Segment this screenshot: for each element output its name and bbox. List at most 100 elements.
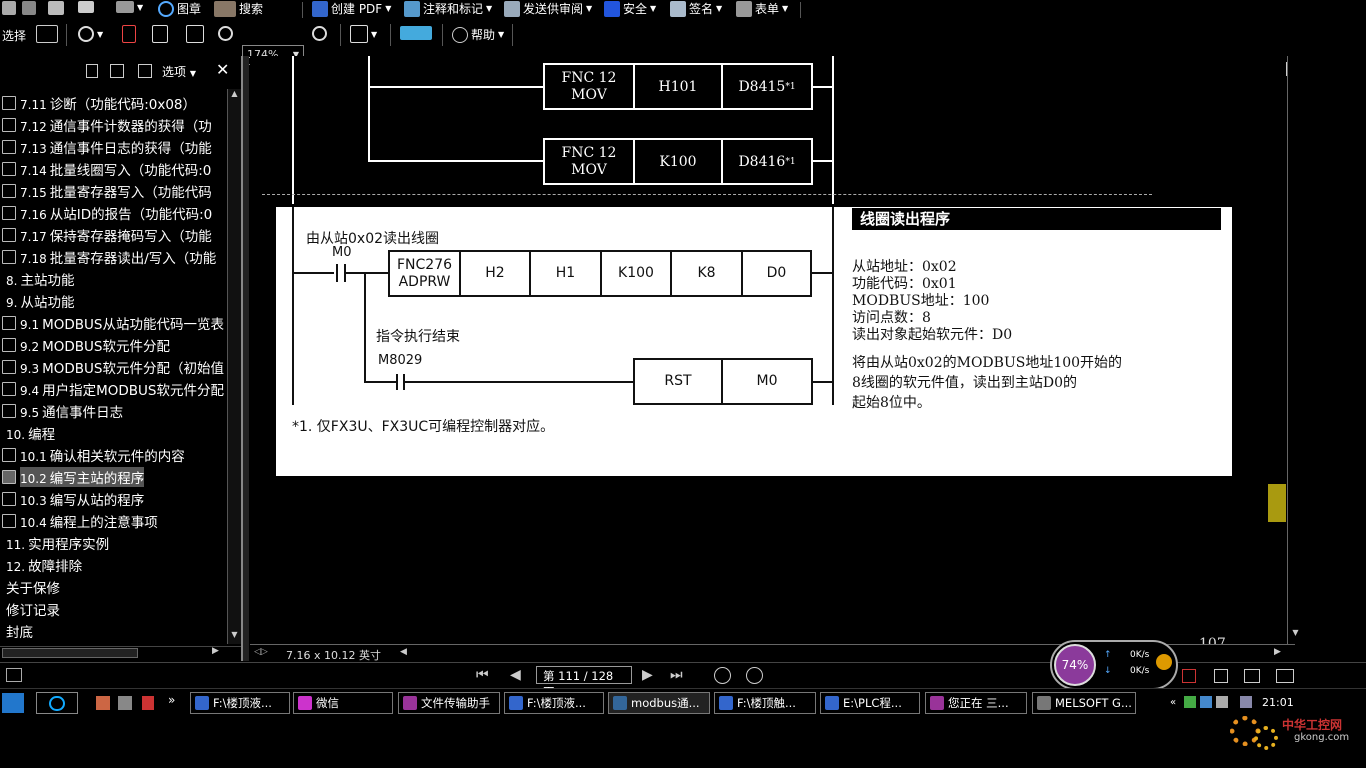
sign-button[interactable]: 签名 ▼ xyxy=(670,0,722,17)
back-view-icon[interactable] xyxy=(714,667,731,684)
facing-icon[interactable] xyxy=(1244,669,1260,683)
ie-quicklaunch[interactable] xyxy=(36,692,78,714)
bookmark-item[interactable]: 修订记录 xyxy=(0,598,228,620)
quicklaunch-icon[interactable] xyxy=(96,696,110,710)
bookmark-item[interactable]: 9.5 通信事件日志 xyxy=(0,400,228,422)
bookmark-item[interactable]: 7.11 诊断（功能代码:0x08） xyxy=(0,92,228,114)
tray-icon[interactable] xyxy=(1200,696,1212,708)
bookmark-item[interactable]: 7.17 保持寄存器掩码写入（功能 xyxy=(0,224,228,246)
bookmark-item[interactable]: 10.3 编写从站的程序 xyxy=(0,488,228,510)
fit-page-icon[interactable] xyxy=(152,25,168,43)
bookmark-item[interactable]: 关于保修 xyxy=(0,576,228,598)
bookmark-item[interactable]: 7.12 通信事件计数器的获得（功 xyxy=(0,114,228,136)
quicklaunch-icon[interactable] xyxy=(142,696,154,710)
bookmark-item[interactable]: 8. 主站功能 xyxy=(0,268,228,290)
page-tools-icon[interactable]: ▼ xyxy=(350,25,377,43)
previous-page-icon[interactable]: ◀ xyxy=(510,667,521,683)
bookmark-item[interactable]: 12. 故障排除 xyxy=(0,554,228,576)
new-bookmark-icon[interactable] xyxy=(110,64,124,78)
search-button[interactable]: 搜索 xyxy=(214,0,263,17)
expand-bookmark-icon[interactable] xyxy=(138,64,152,78)
create-pdf-button[interactable]: 创建 PDF ▼ xyxy=(312,0,391,17)
send-review-button[interactable]: 发送供审阅 ▼ xyxy=(504,0,592,17)
taskbar-button[interactable]: F:\楼顶液... xyxy=(504,692,604,714)
tray-icon[interactable] xyxy=(1184,696,1196,708)
bookmark-item[interactable]: 11. 实用程序实例 xyxy=(0,532,228,554)
single-page-icon[interactable] xyxy=(1182,669,1196,683)
scroll-left-icon[interactable]: ◀ xyxy=(400,647,407,657)
save-icon[interactable] xyxy=(22,1,36,15)
fit-width-icon[interactable] xyxy=(186,25,204,43)
page-handle-icon[interactable]: ◁▷ xyxy=(254,647,268,657)
panel-toggle-icon[interactable] xyxy=(6,668,22,682)
quicklaunch-icon[interactable] xyxy=(118,696,132,710)
bookmark-item[interactable]: 10. 编程 xyxy=(0,422,228,444)
options-menu[interactable]: 选项 ▼ xyxy=(162,63,196,80)
bookmark-item[interactable]: 9. 从站功能 xyxy=(0,290,228,312)
scroll-up-icon[interactable]: ▲ xyxy=(229,89,240,103)
scroll-down-icon[interactable]: ▼ xyxy=(229,630,240,644)
boost-icon[interactable] xyxy=(1156,654,1172,670)
tray-expand-icon[interactable]: « xyxy=(1170,697,1176,708)
bookmark-item[interactable]: 10.1 确认相关软元件的内容 xyxy=(0,444,228,466)
bookmark-item[interactable]: 9.1 MODBUS从站功能代码一览表 xyxy=(0,312,228,334)
taskbar-button[interactable]: MELSOFT G... xyxy=(1032,692,1136,714)
taskbar-button[interactable]: 您正在 三... xyxy=(925,692,1027,714)
bookmark-item[interactable]: 7.14 批量线圈写入（功能代码:0 xyxy=(0,158,228,180)
next-page-icon[interactable]: ▶ xyxy=(642,667,653,683)
bookmark-item[interactable]: 7.15 批量寄存器写入（功能代码 xyxy=(0,180,228,202)
bookmark-item[interactable]: 封底 xyxy=(0,620,228,642)
forward-view-icon[interactable] xyxy=(746,667,763,684)
page-number-field[interactable]: 第 111 / 128 页 xyxy=(536,666,632,699)
scroll-right-icon[interactable]: ▶ xyxy=(212,646,219,656)
tray-icon[interactable] xyxy=(1216,696,1228,708)
zoom-plus-icon[interactable] xyxy=(312,26,327,41)
help-button[interactable]: 帮助 ▼ xyxy=(452,26,504,43)
scroll-down-icon[interactable]: ▼ xyxy=(1289,628,1302,642)
taskbar-button[interactable]: 微信 xyxy=(293,692,393,714)
first-page-icon[interactable]: ⏮ xyxy=(476,667,489,683)
panel-splitter[interactable] xyxy=(243,56,249,661)
email-icon[interactable] xyxy=(78,1,94,13)
yim-icon[interactable] xyxy=(400,26,432,40)
zoom-out-icon[interactable] xyxy=(218,26,233,41)
comment-markup-button[interactable]: 注释和标记 ▼ xyxy=(404,0,492,17)
bookmark-item[interactable]: 9.2 MODBUS软元件分配 xyxy=(0,334,228,356)
bookmark-item[interactable]: 9.3 MODBUS软元件分配（初始值 xyxy=(0,356,228,378)
start-button[interactable] xyxy=(2,693,24,713)
print-icon[interactable] xyxy=(48,1,64,15)
shield-icon[interactable] xyxy=(1240,696,1252,708)
continuous-facing-icon[interactable] xyxy=(1276,669,1294,683)
snapshot-icon[interactable] xyxy=(36,25,58,43)
delete-bookmark-icon[interactable] xyxy=(86,64,98,78)
network-monitor[interactable]: 74% ↑ 0K/s ↓ 0K/s xyxy=(1050,640,1178,690)
continuous-icon[interactable] xyxy=(1214,669,1228,683)
zoom-in-icon[interactable]: ▼ xyxy=(78,26,103,42)
forms-button[interactable]: 表单 ▼ xyxy=(736,0,788,17)
security-button[interactable]: 安全 ▼ xyxy=(604,0,656,17)
select-tool-button[interactable]: 选择 xyxy=(2,27,26,44)
bookmark-item[interactable]: 10.2 编写主站的程序 xyxy=(0,466,228,488)
bookmark-item[interactable]: 10.4 编程上的注意事项 xyxy=(0,510,228,532)
scroll-right-icon[interactable]: ▶ xyxy=(1274,647,1281,657)
taskbar-button[interactable]: E:\PLC程... xyxy=(820,692,920,714)
taskbar-button[interactable]: 文件传输助手 xyxy=(398,692,500,714)
last-page-icon[interactable]: ⏭ xyxy=(670,667,683,683)
operand-k8: K8 xyxy=(670,250,743,297)
bookmark-item[interactable]: 7.13 通信事件日志的获得（功能 xyxy=(0,136,228,158)
bookmark-hscrollbar[interactable]: ▶ xyxy=(0,646,241,660)
document-vscrollbar[interactable]: ▼ xyxy=(1287,56,1303,644)
actual-size-icon[interactable] xyxy=(122,25,136,43)
close-icon[interactable]: ✕ xyxy=(216,60,229,79)
bookmark-item[interactable]: 9.4 用户指定MODBUS软元件分配 xyxy=(0,378,228,400)
bookmark-item[interactable]: 7.16 从站ID的报告（功能代码:0 xyxy=(0,202,228,224)
bookmark-item[interactable]: 7.18 批量寄存器读出/写入（功能 xyxy=(0,246,228,268)
bookmark-scrollbar[interactable]: ▲ ▼ xyxy=(227,89,241,644)
attach-icon[interactable]: ▼ xyxy=(116,1,143,13)
taskbar-button[interactable]: F:\楼顶液... xyxy=(190,692,290,714)
more-icon[interactable]: » xyxy=(168,693,175,707)
open-icon[interactable] xyxy=(2,1,16,15)
taskbar-button[interactable]: modbus通... xyxy=(608,692,710,714)
stamp-button[interactable]: 图章 xyxy=(158,0,201,17)
taskbar-button[interactable]: F:\楼顶触... xyxy=(714,692,816,714)
